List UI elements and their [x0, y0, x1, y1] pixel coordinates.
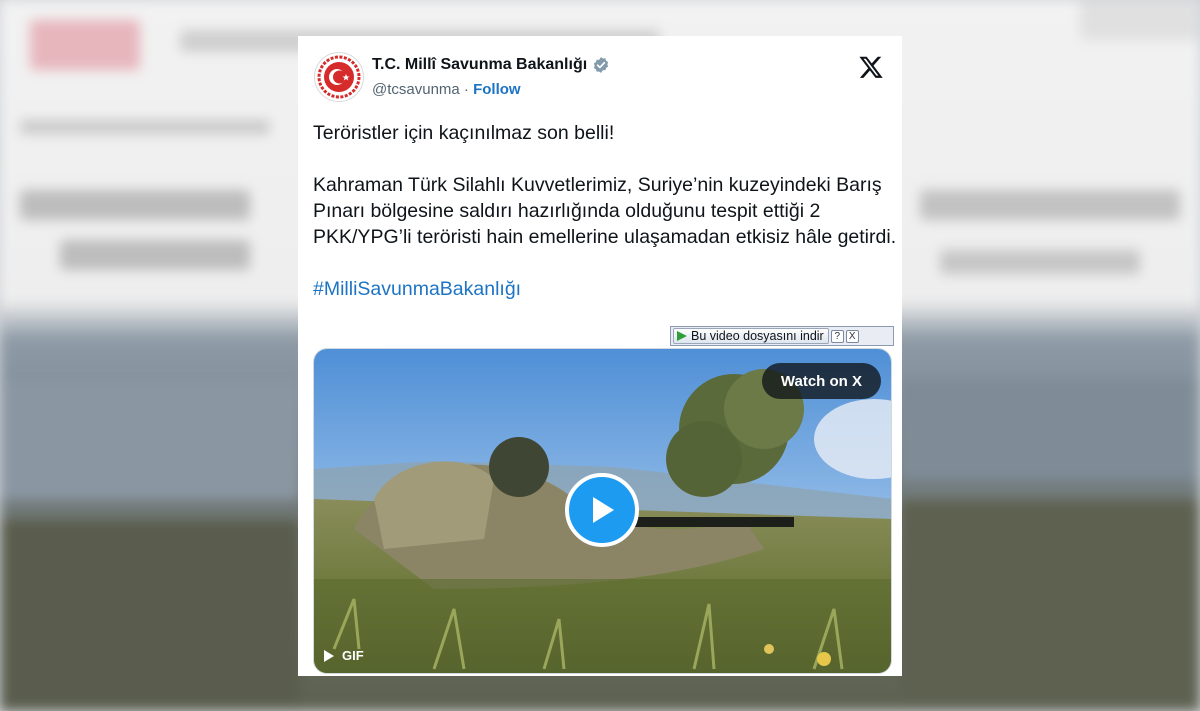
watch-on-x-button[interactable]: Watch on X [761, 363, 881, 399]
gif-label: GIF [342, 648, 364, 663]
play-button[interactable] [565, 473, 639, 547]
tweet-paragraph-1: Teröristler için kaçınılmaz son belli! [313, 122, 615, 144]
download-toolbar: Bu video dosyasını indir ? X [670, 326, 894, 346]
tweet-header: T.C. Millî Savunma Bakanlığı @tcsavunma … [314, 52, 886, 104]
tweet-text: Teröristler için kaçınılmaz son belli! K… [313, 120, 898, 302]
download-video-label: Bu video dosyasını indir [691, 329, 824, 343]
handle-separator: · [459, 81, 474, 98]
gif-badge: GIF [324, 648, 364, 663]
follow-button[interactable]: Follow [473, 81, 521, 98]
download-video-button[interactable]: Bu video dosyasını indir [673, 328, 829, 344]
hashtag-link[interactable]: #MilliSavunmaBakanlığı [313, 278, 521, 300]
author-handle[interactable]: @tcsavunma [372, 81, 460, 98]
play-small-icon [324, 649, 334, 662]
author-row: T.C. Millî Savunma Bakanlığı [372, 56, 610, 74]
handle-row: @tcsavunma · Follow [372, 81, 521, 98]
play-icon [593, 497, 614, 523]
ministry-emblem-icon[interactable] [314, 52, 364, 102]
close-toolbar-button[interactable]: X [845, 329, 859, 343]
green-play-icon [677, 331, 687, 341]
x-logo-icon[interactable] [858, 54, 884, 80]
tweet-card: T.C. Millî Savunma Bakanlığı @tcsavunma … [298, 36, 902, 676]
verified-badge-icon [594, 57, 609, 73]
video-player[interactable]: Watch on X GIF [313, 348, 892, 674]
tweet-paragraph-2: Kahraman Türk Silahlı Kuvvetlerimiz, Sur… [313, 174, 897, 248]
help-button[interactable]: ? [830, 329, 844, 343]
author-name[interactable]: T.C. Millî Savunma Bakanlığı [372, 56, 587, 74]
